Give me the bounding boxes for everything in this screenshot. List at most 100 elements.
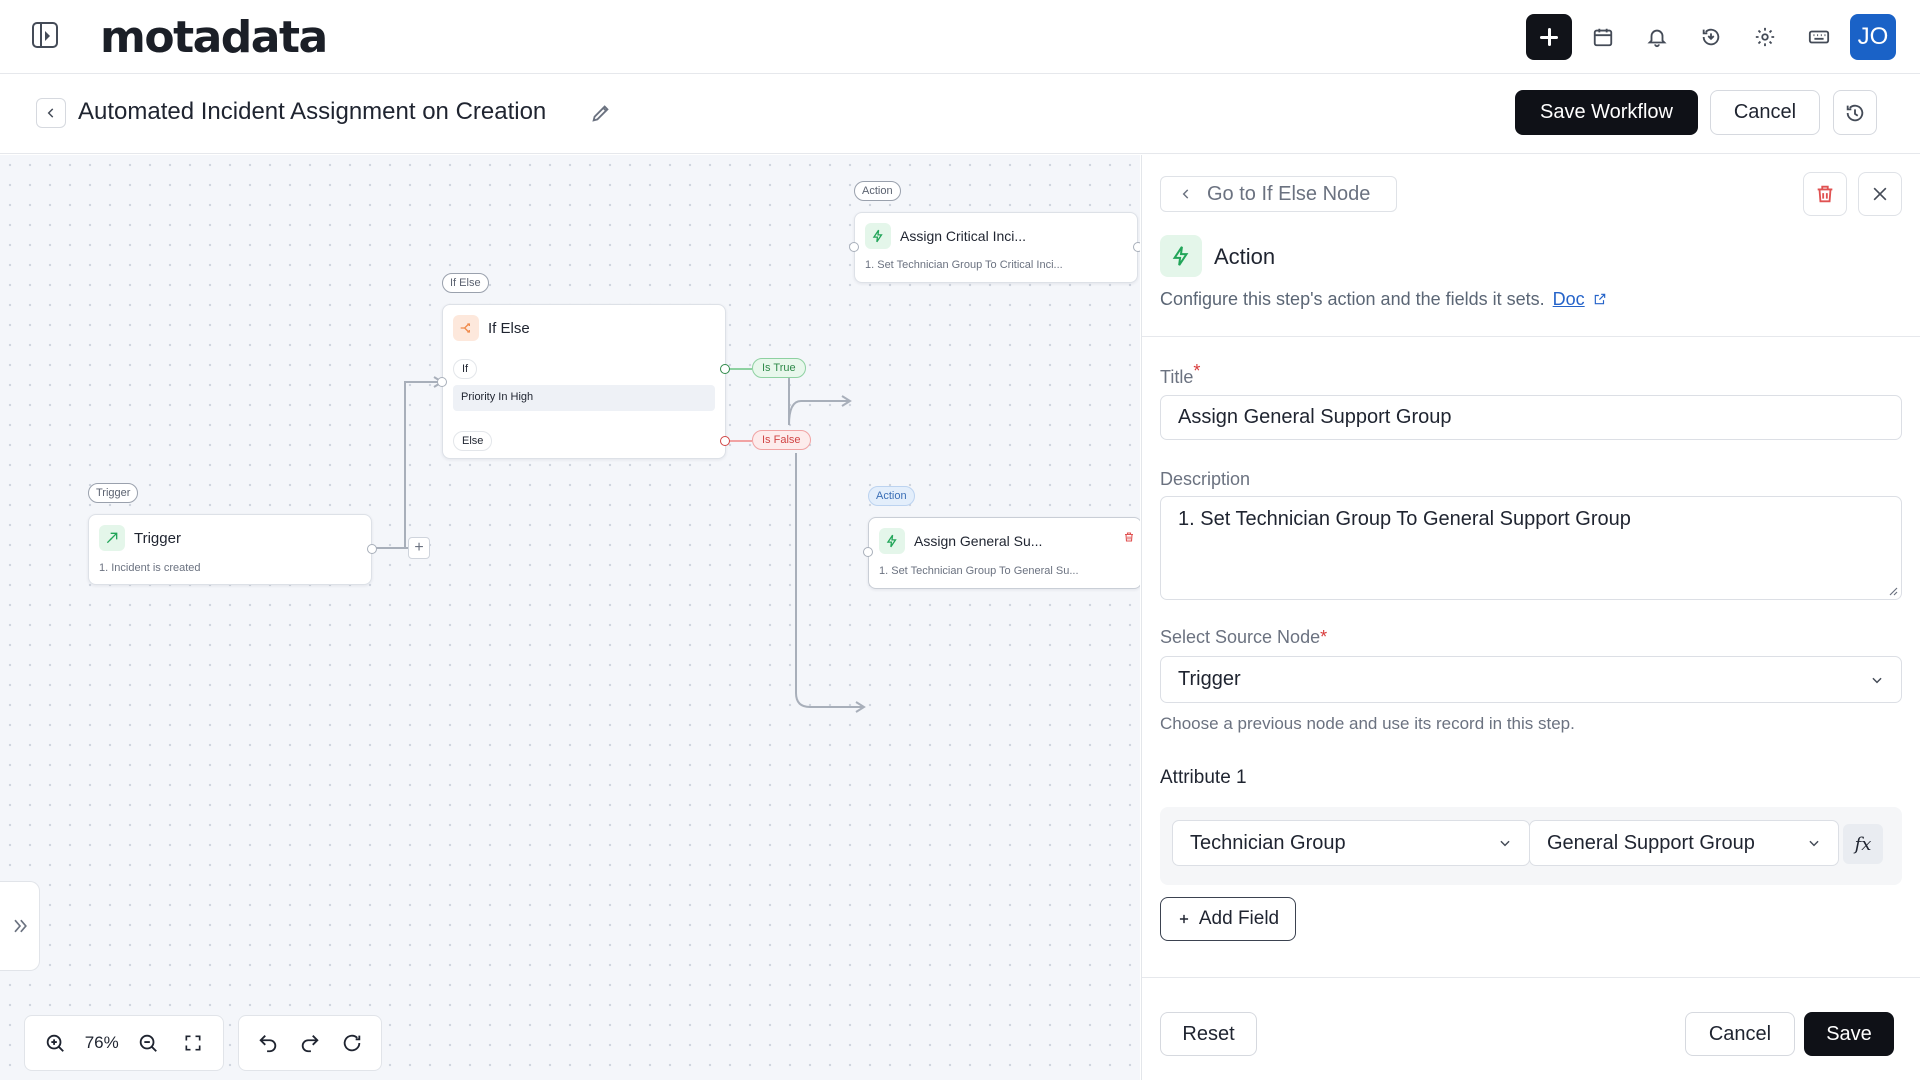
add-node-button[interactable]: + <box>408 537 430 559</box>
sidebar-toggle-icon[interactable] <box>32 22 58 48</box>
action-type-icon <box>1160 235 1202 277</box>
if-false-handle[interactable] <box>720 436 730 446</box>
history-controls <box>238 1015 382 1071</box>
if-true-handle[interactable] <box>720 364 730 374</box>
action-critical-subtitle: 1. Set Technician Group To Critical Inci… <box>865 259 1063 271</box>
save-button[interactable]: Save <box>1804 1012 1894 1056</box>
zoom-level: 76% <box>84 1033 119 1052</box>
delete-node-button[interactable] <box>1803 172 1847 216</box>
avatar[interactable]: JO <box>1850 14 1896 60</box>
ifelse-node[interactable]: If Else If Priority In High Else <box>437 304 730 459</box>
function-button[interactable]: fx <box>1843 824 1883 864</box>
ifelse-node-header: If Else <box>453 315 530 341</box>
source-node-label-text: Select Source Node <box>1160 627 1321 647</box>
reset-button[interactable]: Reset <box>1160 1012 1257 1056</box>
title-bar: Automated Incident Assignment on Creatio… <box>0 74 1920 154</box>
trigger-node-title: Trigger <box>134 529 181 547</box>
bell-icon[interactable] <box>1634 14 1680 60</box>
title-label: Title* <box>1160 361 1200 388</box>
external-link-icon <box>1594 293 1605 305</box>
pencil-icon[interactable] <box>590 102 612 124</box>
zoom-controls: 76% <box>24 1015 224 1071</box>
save-workflow-button[interactable]: Save Workflow <box>1515 90 1698 135</box>
action-critical-node[interactable]: Assign Critical Inci... 1. Set Technicia… <box>849 212 1140 283</box>
redo-icon[interactable] <box>295 1028 325 1058</box>
source-node-label: Select Source Node* <box>1160 627 1327 648</box>
create-new-button[interactable] <box>1526 14 1572 60</box>
action-general-node[interactable]: Assign General Su... 1. Set Technician G… <box>863 517 1140 589</box>
chevron-down-icon <box>1872 677 1882 683</box>
attribute-field-select[interactable]: Technician Group <box>1172 820 1530 866</box>
node-config-panel: Go to If Else Node Action Configure this… <box>1141 155 1920 1080</box>
ifelse-input-handle[interactable] <box>437 377 447 387</box>
else-label: Else <box>453 431 493 451</box>
if-label: If <box>453 359 478 379</box>
source-node-value: Trigger <box>1178 668 1241 690</box>
node-type-description: Configure this step's action and the fie… <box>1160 289 1607 310</box>
doc-link[interactable]: Doc <box>1553 289 1585 309</box>
history-download-icon[interactable] <box>1688 14 1734 60</box>
undo-icon[interactable] <box>253 1028 283 1058</box>
lightning-icon <box>879 528 905 554</box>
attribute-row: Technician Group General Support Group f… <box>1160 807 1902 885</box>
chevron-left-icon <box>47 108 54 118</box>
required-marker: * <box>1193 361 1201 381</box>
refresh-icon[interactable] <box>337 1028 367 1058</box>
source-node-hint: Choose a previous node and use its recor… <box>1160 714 1575 733</box>
edge-trigger-ifelse <box>372 381 440 549</box>
node-type-label: Action <box>1214 244 1276 269</box>
branch-icon <box>453 315 479 341</box>
description-label: Description <box>1160 469 1251 489</box>
lightning-icon <box>1172 246 1189 266</box>
trash-icon[interactable] <box>1123 531 1135 543</box>
add-field-button[interactable]: Add Field <box>1160 897 1296 941</box>
action-general-tag: Action <box>868 486 915 506</box>
plus-icon <box>1179 914 1188 924</box>
chevrons-right-icon <box>13 919 27 933</box>
back-button[interactable] <box>36 98 66 128</box>
attribute-value: General Support Group <box>1547 831 1755 854</box>
action-critical-header: Assign Critical Inci... <box>865 223 1026 249</box>
action-critical-output-handle[interactable] <box>1133 242 1140 252</box>
keyboard-icon[interactable] <box>1796 14 1842 60</box>
attribute-field-value: Technician Group <box>1190 831 1346 854</box>
resize-grip-icon[interactable] <box>1888 586 1898 596</box>
top-bar: motadata JO <box>0 0 1920 74</box>
description-textarea[interactable]: 1. Set Technician Group To General Suppo… <box>1160 496 1902 600</box>
condition-box: Priority In High <box>453 385 715 411</box>
page-title: Automated Incident Assignment on Creatio… <box>78 98 547 125</box>
workflow-canvas[interactable]: Trigger Trigger 1. Incident is created +… <box>0 155 1140 1080</box>
source-node-select[interactable]: Trigger <box>1160 656 1902 703</box>
description-value: 1. Set Technician Group To General Suppo… <box>1178 508 1631 530</box>
history-icon <box>1846 104 1864 121</box>
zoom-in-icon[interactable] <box>40 1028 70 1058</box>
attribute-title: Attribute 1 <box>1160 767 1247 788</box>
version-history-button[interactable] <box>1833 90 1877 135</box>
required-marker: * <box>1320 627 1328 647</box>
trigger-node[interactable]: Trigger 1. Incident is created <box>88 514 377 585</box>
close-icon <box>1873 187 1887 201</box>
action-critical-title: Assign Critical Inci... <box>900 228 1027 244</box>
zoom-out-icon[interactable] <box>133 1028 163 1058</box>
action-critical-input-handle[interactable] <box>849 242 859 252</box>
chevron-down-icon <box>1500 840 1510 847</box>
trigger-output-handle[interactable] <box>367 544 377 554</box>
go-to-ifelse-button[interactable]: Go to If Else Node <box>1160 176 1397 212</box>
action-general-input-handle[interactable] <box>863 547 873 557</box>
expand-palette-button[interactable] <box>0 881 40 971</box>
trigger-icon <box>99 525 125 551</box>
close-panel-button[interactable] <box>1858 172 1902 216</box>
chevron-down-icon <box>1809 840 1819 847</box>
description-text: Configure this step's action and the fie… <box>1160 289 1545 309</box>
app-logo: motadata <box>100 12 328 63</box>
action-critical-tag: Action <box>854 181 901 201</box>
title-input[interactable]: Assign General Support Group <box>1160 395 1902 440</box>
cancel-workflow-button[interactable]: Cancel <box>1710 90 1820 135</box>
fit-view-icon[interactable] <box>178 1028 208 1058</box>
calendar-icon[interactable] <box>1580 14 1626 60</box>
gear-icon[interactable] <box>1742 14 1788 60</box>
is-true-pill: Is True <box>752 358 806 378</box>
action-general-title: Assign General Su... <box>914 533 1043 549</box>
attribute-value-select[interactable]: General Support Group <box>1529 820 1839 866</box>
cancel-button[interactable]: Cancel <box>1685 1012 1795 1056</box>
